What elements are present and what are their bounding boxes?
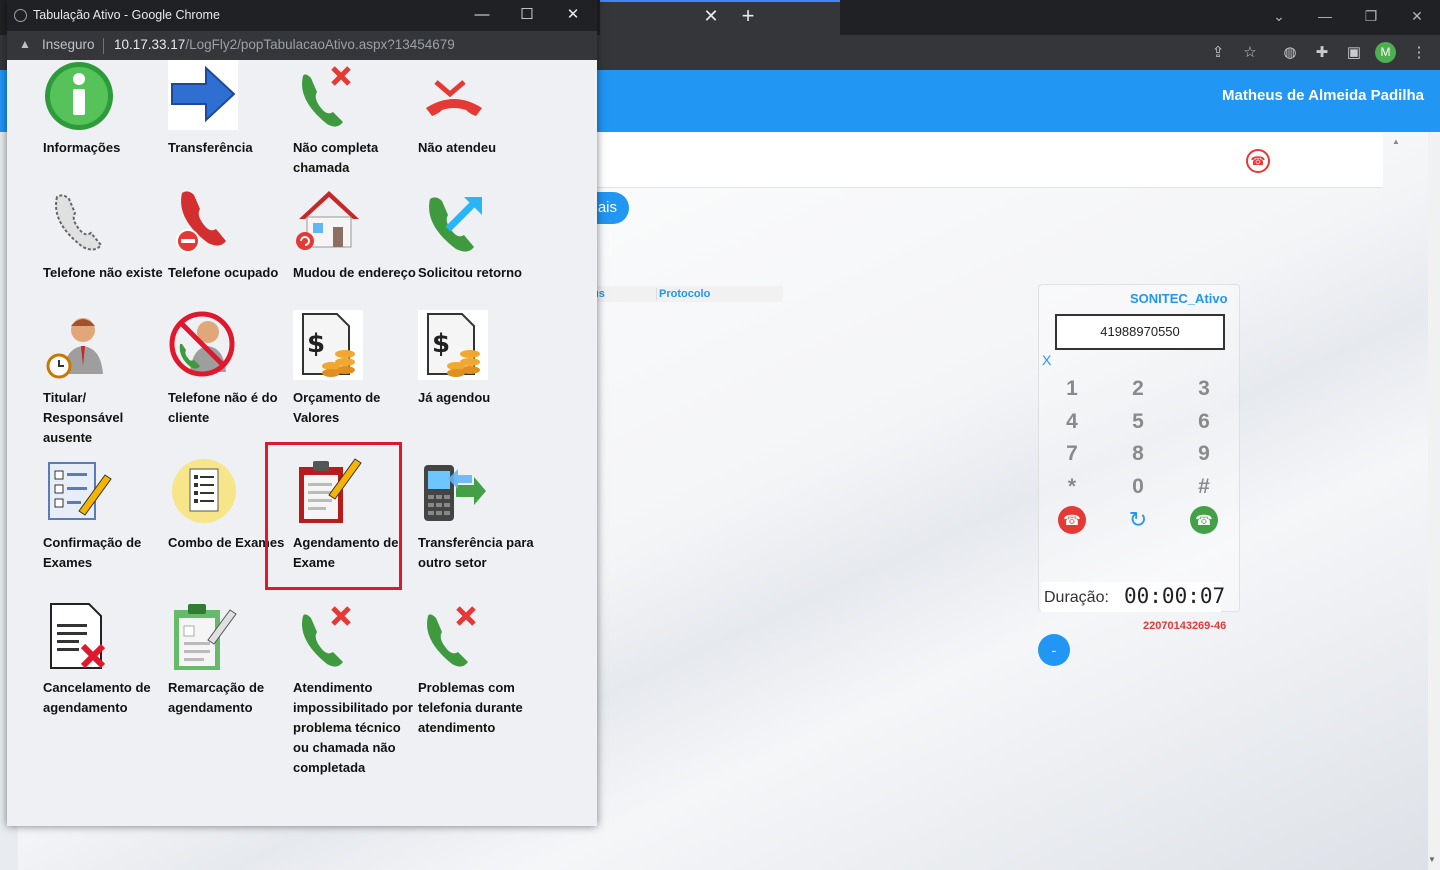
- transfer-call-icon[interactable]: ↻: [1124, 506, 1152, 534]
- tile-label: Titular/ Responsável ausente: [43, 390, 124, 445]
- dial-key-1[interactable]: 1: [1057, 375, 1087, 403]
- tile-label: Problemas com telefonia durante atendime…: [418, 680, 523, 735]
- restore-icon[interactable]: ❐: [1356, 4, 1386, 28]
- start-call-icon[interactable]: ☎: [1190, 506, 1218, 534]
- dial-key-hash[interactable]: #: [1189, 473, 1219, 501]
- phone-outline-icon: [55, 194, 103, 251]
- clipboard-edit-icon: [174, 604, 237, 670]
- tile-label: Já agendou: [418, 390, 491, 405]
- phone-busy-icon: [176, 191, 226, 253]
- avatar[interactable]: M: [1375, 42, 1396, 63]
- popup-titlebar: Tabulação Ativo - Google Chrome — ☐ ✕: [7, 0, 597, 31]
- document-money-icon: $: [418, 310, 488, 380]
- phone-failed-icon: [302, 606, 351, 667]
- column-protocolo[interactable]: Protocolo: [656, 288, 710, 300]
- dial-key-5[interactable]: 5: [1123, 408, 1153, 436]
- tile-label: Telefone não é do cliente: [168, 390, 278, 425]
- extensions-icon[interactable]: ✚: [1311, 42, 1333, 64]
- insecure-label[interactable]: Inseguro: [42, 37, 95, 52]
- maximize-icon[interactable]: ☐: [512, 3, 542, 27]
- dial-key-2[interactable]: 2: [1123, 375, 1153, 403]
- tile-label: Cancelamento de agendamento: [43, 680, 151, 715]
- scroll-up-icon[interactable]: ▲: [1392, 137, 1400, 146]
- svg-text:$: $: [307, 329, 325, 359]
- tile-label: Informações: [43, 140, 121, 155]
- tile-label: Remarcação de agendamento: [168, 680, 265, 715]
- person-forbidden-icon: [169, 311, 235, 377]
- duration-label: Duração:: [1044, 589, 1109, 606]
- url-divider: [103, 38, 104, 54]
- close-window-icon[interactable]: ✕: [558, 3, 588, 27]
- document-money-icon: $: [293, 310, 363, 380]
- phone-number-field[interactable]: 41988970550: [1055, 314, 1225, 350]
- tile-label: Confirmação de Exames: [43, 535, 142, 570]
- tile-label: Transferência: [168, 140, 253, 155]
- warning-icon[interactable]: ▲: [19, 37, 31, 51]
- checklist-circle-icon: [172, 459, 236, 523]
- dial-key-star[interactable]: *: [1057, 473, 1087, 501]
- dial-key-7[interactable]: 7: [1057, 440, 1087, 468]
- scrollbar[interactable]: [1428, 132, 1440, 870]
- new-tab-button[interactable]: +: [737, 4, 759, 28]
- popup-title: Tabulação Ativo - Google Chrome: [33, 8, 220, 22]
- close-window-icon[interactable]: ✕: [1402, 4, 1432, 28]
- tile-label: Telefone não existe: [43, 265, 163, 280]
- tile-label: Mudou de endereço: [293, 265, 416, 280]
- share-icon[interactable]: ⇪: [1207, 42, 1229, 64]
- tile-label: Orçamento de Valores: [293, 390, 381, 425]
- phone-failed-icon: [302, 66, 351, 127]
- phone-missed-icon: [426, 80, 482, 116]
- close-tab-icon[interactable]: ✕: [700, 5, 722, 27]
- duration-value: 00:00:07: [1124, 584, 1226, 608]
- sidepanel-icon[interactable]: ▣: [1343, 42, 1365, 64]
- svg-text:$: $: [432, 329, 450, 359]
- minimize-icon[interactable]: —: [467, 3, 497, 27]
- menu-icon[interactable]: ⋮: [1408, 42, 1430, 64]
- person-clock-icon: [46, 318, 103, 379]
- house-icon: [296, 191, 359, 250]
- globe-icon: [14, 9, 27, 22]
- tile-label: Não completa chamada: [293, 140, 379, 175]
- end-call-icon[interactable]: ☎: [1058, 506, 1086, 534]
- hangup-icon[interactable]: ☎: [1246, 149, 1270, 173]
- phone-failed-icon: [427, 606, 476, 667]
- tile-label: Atendimento impossibilitado por problema…: [293, 680, 413, 775]
- url-host: 10.17.33.17: [114, 37, 186, 52]
- dialer-title: SONITEC_Ativo: [1130, 291, 1228, 306]
- scroll-down-icon[interactable]: ▼: [1428, 855, 1436, 864]
- checklist-pencil-icon: [48, 462, 112, 520]
- star-icon[interactable]: ☆: [1239, 42, 1261, 64]
- dial-key-0[interactable]: 0: [1123, 473, 1153, 501]
- selected-tile-highlight: [265, 442, 402, 590]
- arrow-right-icon: [168, 60, 238, 130]
- tile-label: Não atendeu: [418, 140, 497, 155]
- minimize-icon[interactable]: —: [1310, 4, 1340, 28]
- user-name[interactable]: Matheus de Almeida Padilha: [1222, 87, 1424, 104]
- popup-window: Tabulação Ativo - Google Chrome — ☐ ✕ ▲ …: [7, 0, 597, 826]
- dial-key-6[interactable]: 6: [1189, 408, 1219, 436]
- collapse-button[interactable]: -: [1038, 634, 1070, 666]
- url-text[interactable]: 10.17.33.17/LogFly2/popTabulacaoAtivo.as…: [114, 37, 455, 52]
- tab-search-icon[interactable]: ⌄: [1264, 4, 1294, 28]
- cellphone-transfer-icon: [424, 465, 486, 521]
- call-id: 22070143269-46: [1143, 620, 1227, 632]
- tile-label: Solicitou retorno: [418, 265, 522, 280]
- globe-icon[interactable]: ◍: [1279, 42, 1301, 64]
- document-cancel-icon: [50, 603, 106, 669]
- dial-key-3[interactable]: 3: [1189, 375, 1219, 403]
- tile-label: Telefone ocupado: [168, 265, 279, 280]
- phone-callback-icon: [429, 197, 482, 252]
- dial-key-9[interactable]: 9: [1189, 440, 1219, 468]
- info-icon: [45, 62, 113, 130]
- dial-key-4[interactable]: 4: [1057, 408, 1087, 436]
- tile-label: Transferência para outro setor: [418, 535, 534, 570]
- dial-key-8[interactable]: 8: [1123, 440, 1153, 468]
- url-path: /LogFly2/popTabulacaoAtivo.aspx?13454679: [185, 37, 455, 52]
- clear-number-button[interactable]: X: [1042, 352, 1051, 368]
